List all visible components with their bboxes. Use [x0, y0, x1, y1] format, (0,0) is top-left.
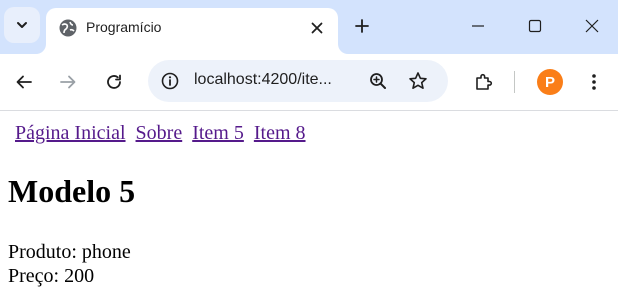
reload-button[interactable] — [98, 66, 130, 98]
close-icon — [311, 22, 323, 34]
nav-link-item-5[interactable]: Item 5 — [192, 122, 244, 144]
toolbar-divider — [514, 71, 515, 93]
active-tab[interactable]: Programício — [46, 8, 338, 54]
tab-strip: Programício — [0, 0, 618, 54]
profile-avatar[interactable]: P — [537, 69, 563, 95]
nav-link-about[interactable]: Sobre — [136, 122, 183, 144]
page-title: Modelo 5 — [8, 173, 136, 209]
tab-close-button[interactable] — [306, 17, 328, 39]
chevron-down-icon — [17, 22, 27, 28]
close-icon — [585, 19, 599, 33]
site-info-button[interactable] — [158, 69, 182, 93]
extensions-button[interactable] — [468, 66, 500, 98]
puzzle-icon — [476, 73, 493, 90]
maximize-icon — [528, 19, 542, 33]
tab-title: Programício — [86, 19, 162, 35]
profile-initial: P — [544, 73, 555, 91]
minimize-button[interactable] — [462, 10, 494, 42]
browser-window: Programício localhost:4200/ite... P Pági… — [0, 0, 618, 303]
window-close-button[interactable] — [576, 10, 608, 42]
zoom-icon — [370, 73, 386, 89]
nav-link-item-8[interactable]: Item 8 — [254, 122, 306, 144]
back-button[interactable] — [8, 66, 40, 98]
site-nav: Página Inicial Sobre Item 5 Item 8 — [15, 122, 316, 145]
page-content: Página Inicial Sobre Item 5 Item 8 Modelo 5… — [0, 111, 618, 303]
browser-toolbar: localhost:4200/ite... P — [0, 54, 618, 111]
bookmark-button[interactable] — [406, 69, 430, 93]
product-name: Produto: phone — [8, 241, 131, 263]
plus-icon — [355, 19, 369, 33]
back-arrow-icon — [16, 75, 32, 89]
address-bar[interactable]: localhost:4200/ite... — [148, 60, 448, 102]
new-tab-button[interactable] — [348, 12, 376, 40]
forward-button[interactable] — [52, 66, 84, 98]
minimize-icon — [472, 25, 484, 27]
product-price: Preço: 200 — [8, 265, 95, 287]
zoom-button[interactable] — [366, 69, 390, 93]
product-info: Produto: phone Preço: 200 — [8, 240, 131, 288]
tab-search-button[interactable] — [4, 7, 40, 43]
info-icon — [161, 72, 179, 90]
globe-icon — [59, 19, 77, 37]
kebab-menu-icon — [592, 74, 596, 90]
reload-icon — [107, 74, 121, 89]
browser-menu-button[interactable] — [578, 66, 610, 98]
star-icon — [409, 72, 427, 89]
url-text[interactable]: localhost:4200/ite... — [194, 71, 332, 89]
nav-link-home[interactable]: Página Inicial — [15, 122, 126, 144]
maximize-button[interactable] — [519, 10, 551, 42]
forward-arrow-icon — [60, 75, 76, 89]
